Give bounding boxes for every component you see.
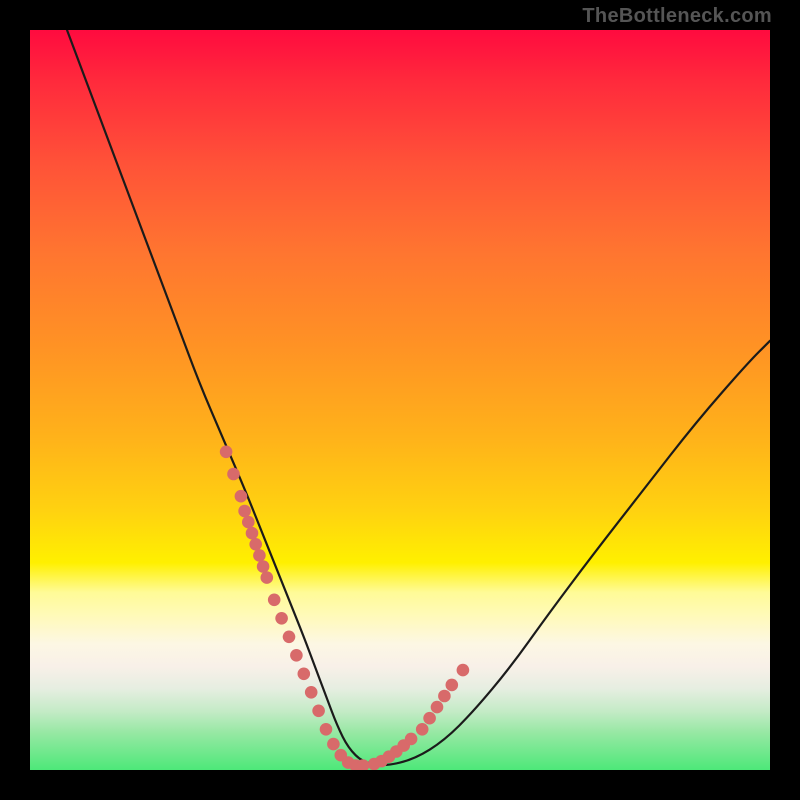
data-point: [327, 738, 340, 751]
data-point: [235, 490, 248, 503]
data-point: [220, 446, 233, 459]
plot-area: [30, 30, 770, 770]
data-point: [275, 612, 288, 625]
data-point: [312, 705, 325, 718]
data-point: [261, 571, 274, 584]
data-point: [290, 649, 303, 662]
data-point: [320, 723, 333, 736]
data-point: [416, 723, 429, 736]
plot-frame: [30, 30, 770, 770]
data-point: [238, 505, 251, 518]
data-point: [249, 538, 262, 551]
data-point: [242, 516, 255, 529]
data-point: [438, 690, 451, 703]
data-point: [246, 527, 259, 540]
data-point: [431, 701, 444, 714]
data-point: [268, 594, 281, 607]
data-point: [283, 631, 296, 644]
data-point: [305, 686, 318, 699]
data-point: [423, 712, 436, 725]
data-point: [457, 664, 470, 677]
data-point: [446, 679, 459, 692]
data-point: [253, 549, 266, 562]
data-point: [405, 733, 418, 746]
bottleneck-curve: [67, 30, 770, 765]
data-point-markers: [220, 446, 469, 771]
attribution-watermark: TheBottleneck.com: [582, 5, 772, 28]
data-point: [227, 468, 240, 481]
data-point: [257, 560, 270, 573]
chart-svg: [30, 30, 770, 770]
data-point: [298, 668, 311, 681]
